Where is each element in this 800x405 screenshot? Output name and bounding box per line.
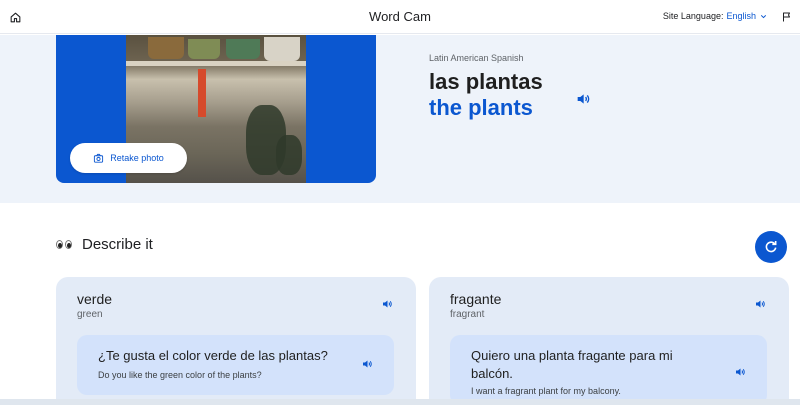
retake-photo-button[interactable]: Retake photo (70, 143, 187, 173)
photo-detail (264, 37, 300, 61)
top-bar: Word Cam Site Language: English (0, 0, 800, 34)
detected-word: las plantas (429, 69, 543, 94)
flag-icon (783, 12, 790, 22)
site-language-label: Site Language: (662, 11, 724, 21)
play-example-audio-button[interactable] (733, 365, 747, 379)
play-example-audio-button[interactable] (360, 357, 374, 371)
retake-photo-label: Retake photo (110, 153, 164, 163)
card-word-translation: green (77, 309, 103, 320)
speaker-icon (363, 360, 372, 368)
card-word: verde (77, 291, 113, 307)
photo-detail (226, 39, 260, 59)
speaker-icon (383, 300, 392, 308)
card-word-translation: fragrant (450, 309, 485, 320)
site-language-value: English (726, 11, 756, 21)
photo-detail (188, 39, 220, 59)
example-sentence-translation: I want a fragrant plant for my balcony. (471, 386, 621, 396)
example-sentence: Quiero una planta fragante para mi balcó… (471, 348, 673, 381)
hero-section: Retake photo Latin American Spanish las … (0, 35, 800, 203)
photo-detail (148, 37, 184, 59)
eyes-icon (56, 240, 72, 249)
play-word-audio-button[interactable] (574, 90, 592, 108)
word-card: fragante fragrant Quiero una planta frag… (429, 277, 789, 405)
chevron-down-icon (760, 14, 767, 18)
photo-detail (126, 61, 306, 66)
photo-card: Retake photo (56, 35, 376, 183)
describe-title: Describe it (82, 236, 153, 253)
card-word: fragante (450, 291, 502, 307)
report-button[interactable] (779, 9, 795, 25)
bottom-scroll-strip (0, 399, 800, 405)
play-card-word-audio-button[interactable] (753, 297, 767, 311)
dialect-label: Latin American Spanish (429, 53, 524, 63)
example-sentence-translation: Do you like the green color of the plant… (98, 370, 262, 380)
speaker-icon (577, 94, 590, 104)
site-language-selector[interactable]: Site Language: English (663, 11, 768, 21)
example-sentence: ¿Te gusta el color verde de las plantas? (98, 348, 328, 363)
example-sentence-box: ¿Te gusta el color verde de las plantas?… (77, 335, 394, 395)
refresh-icon (765, 241, 777, 253)
detected-word-translation: the plants (429, 95, 533, 120)
describe-header: Describe it (56, 236, 153, 253)
camera-icon (94, 153, 104, 163)
word-block: Latin American Spanish las plantas the p… (429, 53, 543, 121)
example-sentence-box: Quiero una planta fragante para mi balcó… (450, 335, 767, 405)
play-card-word-audio-button[interactable] (380, 297, 394, 311)
speaker-icon (736, 368, 745, 376)
photo-detail (276, 135, 302, 175)
photo-detail (198, 69, 206, 117)
refresh-button[interactable] (755, 231, 787, 263)
speaker-icon (756, 300, 765, 308)
word-card: verde green ¿Te gusta el color verde de … (56, 277, 416, 405)
